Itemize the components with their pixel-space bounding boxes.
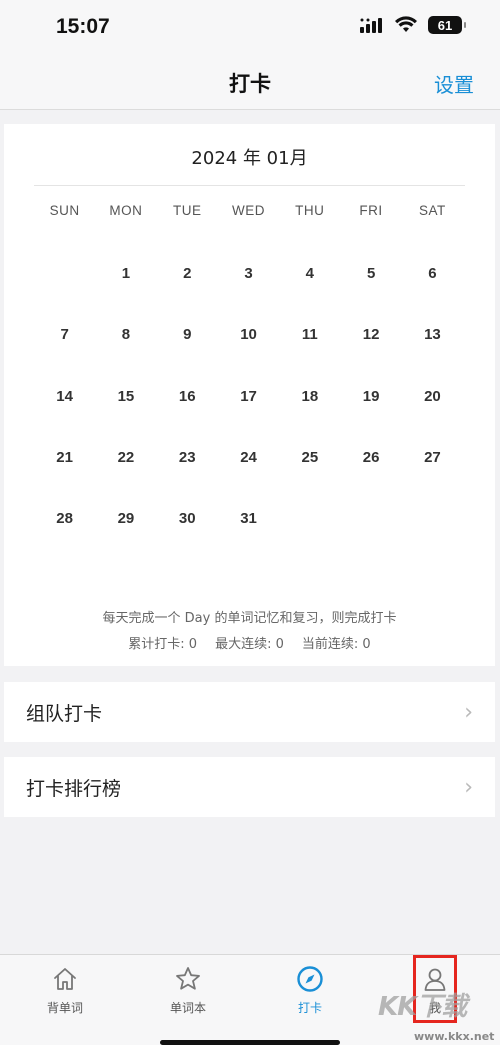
nav-bar: 打卡 设置 (0, 58, 500, 110)
calendar-day[interactable]: 3 (218, 243, 279, 304)
current-streak: 当前连续: 0 (301, 637, 371, 652)
watermark: KK下载 (378, 992, 467, 1022)
weekday-label: THU (295, 203, 325, 218)
tab-label: 打卡 (297, 1001, 322, 1015)
home-icon (54, 968, 76, 990)
calendar-day[interactable]: 2 (157, 243, 218, 304)
calendar-day[interactable]: 17 (218, 366, 279, 427)
calendar-day[interactable]: 10 (218, 304, 279, 365)
calendar-day[interactable]: 28 (34, 488, 95, 549)
calendar-day[interactable]: 13 (402, 304, 463, 365)
calendar-day[interactable]: 18 (279, 366, 340, 427)
star-icon (176, 967, 200, 990)
calendar-day[interactable]: 14 (34, 366, 95, 427)
tab-label: 单词本 (169, 1001, 206, 1015)
calendar-day[interactable]: 26 (340, 427, 401, 488)
weekday-header: SUN MON TUE WED THU FRI SAT (34, 203, 463, 218)
tab-words[interactable]: 背单词 (5, 965, 125, 1016)
checkin-stats: 累计打卡: 0 最大连续: 0 当前连续: 0 (4, 633, 495, 652)
tab-checkin[interactable]: 打卡 (250, 965, 370, 1016)
calendar-day[interactable]: 19 (340, 366, 401, 427)
calendar-day[interactable]: 1 (95, 243, 156, 304)
checkin-rule-note: 每天完成一个 Day 的单词记忆和复习，则完成打卡 (102, 611, 397, 626)
calendar-day[interactable]: 21 (34, 427, 95, 488)
calendar-day[interactable]: 4 (279, 243, 340, 304)
calendar-day[interactable]: 29 (95, 488, 156, 549)
tab-label: 背单词 (46, 1001, 83, 1015)
calendar-day[interactable]: 12 (340, 304, 401, 365)
chevron-right-icon: › (464, 699, 473, 725)
wifi-icon (395, 16, 417, 32)
calendar-day[interactable]: 31 (218, 488, 279, 549)
weekday-label: MON (109, 203, 143, 218)
page-title: 打卡 (229, 72, 271, 96)
calendar-day[interactable]: 5 (340, 243, 401, 304)
weekday-label: SAT (418, 203, 446, 218)
calendar-day[interactable]: 11 (279, 304, 340, 365)
compass-icon (297, 966, 323, 992)
calendar-day[interactable]: 25 (279, 427, 340, 488)
chevron-right-icon: › (464, 774, 473, 800)
calendar-day[interactable]: 27 (402, 427, 463, 488)
calendar-days-grid: 1 2 3 4 5 6 7 8 9 10 11 12 13 14 15 16 17 18 19 20 21 22 23 24 2… (34, 243, 463, 549)
calendar-day-empty (34, 243, 95, 304)
calendar-day[interactable]: 30 (157, 488, 218, 549)
signal-icon (360, 18, 382, 33)
calendar-day[interactable]: 8 (95, 304, 156, 365)
home-indicator (160, 1040, 340, 1045)
calendar-day[interactable]: 9 (157, 304, 218, 365)
month-title: 2024 年 01月 (191, 148, 308, 169)
weekday-label: WED (231, 203, 265, 218)
leaderboard-row[interactable]: 打卡排行榜 › (4, 757, 495, 817)
max-streak: 最大连续: 0 (215, 637, 284, 652)
calendar-day[interactable]: 24 (218, 427, 279, 488)
weekday-label: FRI (359, 203, 383, 218)
total-checkins: 累计打卡: 0 (128, 637, 198, 652)
status-icons: 61 (360, 16, 466, 34)
weekday-label: SUN (49, 203, 80, 218)
calendar-day[interactable]: 20 (402, 366, 463, 427)
battery-icon: 61 (428, 16, 466, 34)
settings-button[interactable]: 设置 (434, 69, 474, 98)
calendar-day[interactable]: 7 (34, 304, 95, 365)
weekday-label: TUE (172, 203, 202, 218)
watermark-url: www.kkx.net (414, 1030, 495, 1043)
calendar-card: 2024 年 01月 SUN MON TUE WED THU FRI SAT 1… (4, 124, 495, 666)
calendar-day[interactable]: 22 (95, 427, 156, 488)
calendar-day[interactable]: 6 (402, 243, 463, 304)
calendar-day[interactable]: 23 (157, 427, 218, 488)
status-bar: 15:07 61 (0, 0, 500, 58)
leaderboard-label: 打卡排行榜 (26, 777, 122, 800)
status-time: 15:07 (56, 15, 110, 38)
tab-wordbook[interactable]: 单词本 (128, 965, 248, 1016)
team-checkin-row[interactable]: 组队打卡 › (4, 682, 495, 742)
divider (34, 185, 465, 186)
calendar-day[interactable]: 16 (157, 366, 218, 427)
team-checkin-label: 组队打卡 (26, 702, 103, 725)
calendar-day[interactable]: 15 (95, 366, 156, 427)
